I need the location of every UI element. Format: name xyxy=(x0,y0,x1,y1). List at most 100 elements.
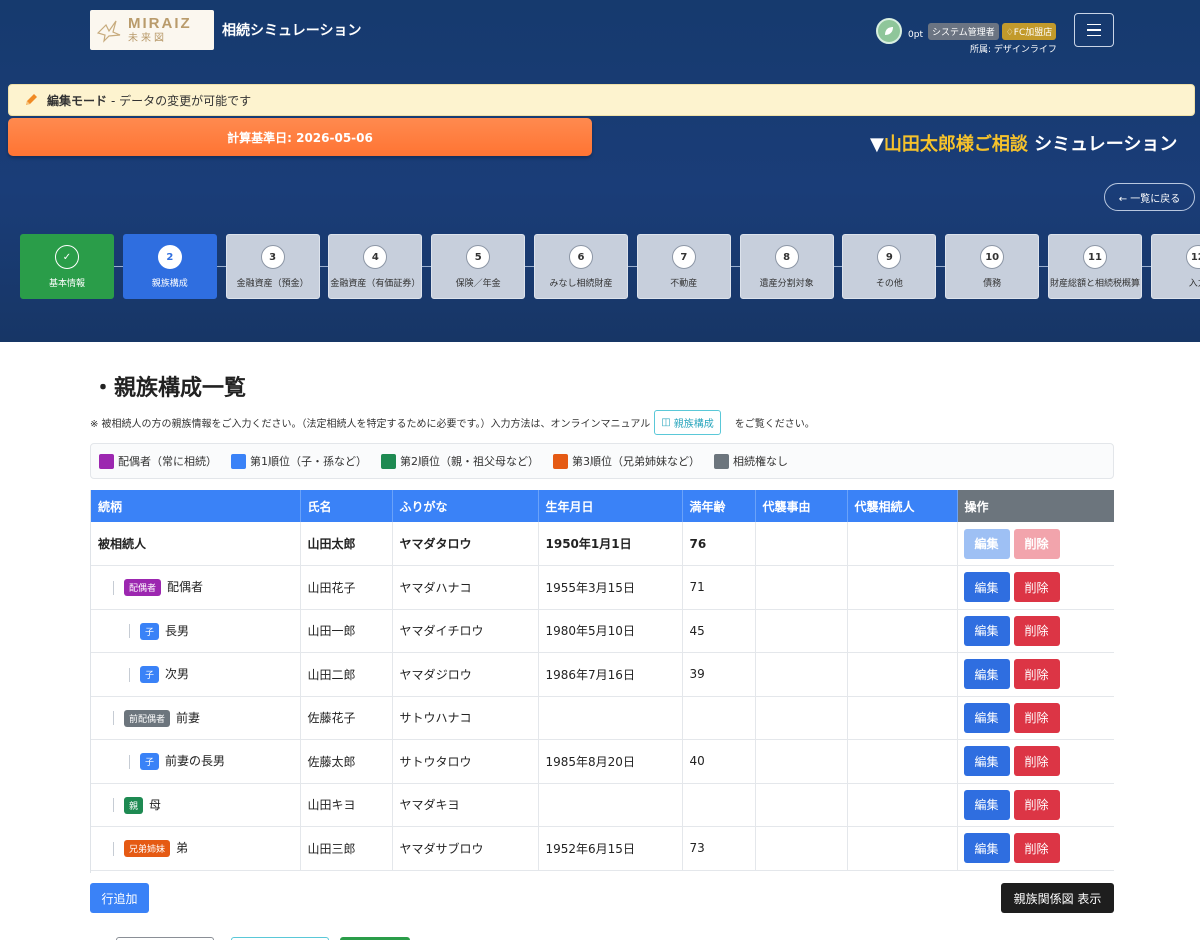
step-number: 7 xyxy=(671,245,696,269)
user-info[interactable]: 0pt システム管理者 ♢FC加盟店 xyxy=(876,18,1057,44)
legend-label: 第1順位（子・孫など） xyxy=(250,455,367,468)
delete-button[interactable]: 削除 xyxy=(1013,528,1060,559)
step-label: 基本情報 xyxy=(48,279,85,289)
cell-name: 佐藤太郎 xyxy=(300,739,393,784)
step-1[interactable]: ✓ 基本情報 xyxy=(20,234,114,299)
delete-button[interactable]: 削除 xyxy=(1013,702,1060,733)
table-row: 子長男 山田一郎 ヤマダイチロウ 1980年5月10日 45 編集 削除 xyxy=(91,609,1114,653)
hamburger-icon xyxy=(1087,23,1101,26)
step-9[interactable]: 9 その他 xyxy=(842,234,937,299)
step-label: 財産総額と相続税概算 xyxy=(1049,279,1140,289)
cell-birth xyxy=(538,696,683,740)
legend-item: 第1順位（子・孫など） xyxy=(231,453,367,469)
step-7[interactable]: 7 不動産 xyxy=(636,234,731,299)
legend-item: 相続権なし xyxy=(714,453,788,469)
relation-badge: 子 xyxy=(140,753,160,771)
cell-reason xyxy=(755,696,848,740)
cell-birth: 1952年6月15日 xyxy=(538,826,683,871)
indent-bar xyxy=(113,711,114,726)
edit-button[interactable]: 編集 xyxy=(963,615,1010,646)
indent-bar xyxy=(129,754,130,769)
back-to-list-button[interactable]: ← 一覧に戻る xyxy=(1104,183,1195,211)
cell-age: 40 xyxy=(682,739,756,784)
legend-label: 配偶者（常に相続） xyxy=(118,455,217,468)
cell-kana: ヤマダキヨ xyxy=(392,783,539,827)
cell-reason xyxy=(755,565,848,610)
logo-main-text: MIRAIZ xyxy=(128,15,192,32)
table-header-row: 続柄 氏名 ふりがな 生年月日 満年齢 代襲事由 代襲相続人 操作 xyxy=(91,490,1114,522)
edit-button[interactable]: 編集 xyxy=(963,833,1010,864)
step-10[interactable]: 10 債務 xyxy=(945,234,1040,299)
manual-link[interactable]: ◫ 親族構成 xyxy=(654,410,721,435)
edit-button[interactable]: 編集 xyxy=(963,789,1010,820)
cell-actions: 編集 削除 xyxy=(957,826,1114,871)
step-number: 12 xyxy=(1185,245,1200,269)
step-3[interactable]: 3 金融資産（預金） xyxy=(225,234,320,299)
cell-reason xyxy=(755,783,848,827)
table-row: 配偶者 配偶者 山田花子 ヤマダハナコ 1955年3月15日 71 編集 削除 xyxy=(91,565,1114,610)
cell-kana: ヤマダサブロウ xyxy=(392,826,539,871)
step-label: 遺産分割対象 xyxy=(759,279,814,289)
role-badge: システム管理者 xyxy=(927,22,999,40)
step-number: 5 xyxy=(466,245,491,269)
show-family-diagram-button[interactable]: 親族関係図 表示 xyxy=(1001,883,1114,913)
step-4[interactable]: 4 金融資産（有価証券） xyxy=(328,234,423,299)
section-title: ・親族構成一覧 xyxy=(92,376,247,401)
step-number: 9 xyxy=(877,245,902,269)
step-5[interactable]: 5 保険／年金 xyxy=(431,234,526,299)
delete-button[interactable]: 削除 xyxy=(1013,572,1060,603)
book-icon: ◫ xyxy=(661,417,671,428)
cell-relation: 兄弟姉妹弟 xyxy=(91,826,301,871)
step-label: みなし相続財産 xyxy=(549,279,613,289)
step-8[interactable]: 8 遺産分割対象 xyxy=(739,234,834,299)
relation-text: 次男 xyxy=(165,667,190,682)
sim-title-suffix: シミュレーション xyxy=(1027,134,1178,155)
cell-age: 71 xyxy=(682,565,756,610)
step-number: 11 xyxy=(1083,245,1107,269)
delete-button[interactable]: 削除 xyxy=(1013,833,1060,864)
edit-button[interactable]: 編集 xyxy=(963,572,1010,603)
step-6[interactable]: 6 みなし相続財産 xyxy=(534,234,628,299)
step-2[interactable]: 2 親族構成 xyxy=(122,234,217,299)
legend-swatch xyxy=(231,453,246,469)
edit-button[interactable]: 編集 xyxy=(963,659,1010,690)
cell-birth: 1985年8月20日 xyxy=(538,739,683,784)
col-header-birth: 生年月日 xyxy=(538,490,683,522)
step-label: その他 xyxy=(875,279,903,289)
cell-heir xyxy=(847,696,958,740)
cell-name: 山田キヨ xyxy=(300,783,393,827)
indent-bar xyxy=(129,667,130,682)
relation-text: 配偶者 xyxy=(167,580,204,595)
step-label: 金融資産（有価証券） xyxy=(330,279,421,289)
delete-button[interactable]: 削除 xyxy=(1013,789,1060,820)
relation-text: 被相続人 xyxy=(98,537,147,551)
add-row-button[interactable]: 行追加 xyxy=(90,883,149,913)
cell-relation: 被相続人 xyxy=(91,522,301,566)
relation-legend: 配偶者（常に相続） 第1順位（子・孫など） 第2順位（親・祖父母など） 第3順位（兄弟… xyxy=(90,443,1114,479)
delete-button[interactable]: 削除 xyxy=(1013,746,1060,777)
leaf-avatar-icon[interactable] xyxy=(876,18,902,44)
step-number: 8 xyxy=(774,245,799,269)
cell-relation: 親母 xyxy=(91,783,301,827)
hamburger-menu-button[interactable] xyxy=(1074,13,1114,47)
delete-button[interactable]: 削除 xyxy=(1013,615,1060,646)
indent-bar xyxy=(113,798,114,813)
fc-badge-label: FC加盟店 xyxy=(1013,27,1053,38)
delete-button[interactable]: 削除 xyxy=(1013,659,1060,690)
relation-badge: 子 xyxy=(140,622,160,640)
edit-button[interactable]: 編集 xyxy=(963,528,1010,559)
step-12[interactable]: 12 入力 xyxy=(1150,234,1200,299)
legend-swatch xyxy=(553,453,568,469)
instruction-before: ※ 被相続人の方の親族情報をご入力ください。（法定相続人を特定するために必要です… xyxy=(90,419,651,430)
logo[interactable]: MIRAIZ 未来図 xyxy=(90,10,214,50)
cell-relation: 配偶者 配偶者 xyxy=(91,565,301,610)
cell-age: 73 xyxy=(682,826,756,871)
legend-item: 第3順位（兄弟姉妹など） xyxy=(553,453,700,469)
col-header-age: 満年齢 xyxy=(682,490,756,522)
edit-button[interactable]: 編集 xyxy=(963,746,1010,777)
step-label: 入力 xyxy=(1188,279,1200,289)
col-header-actions: 操作 xyxy=(957,490,1114,522)
step-11[interactable]: 11 財産総額と相続税概算 xyxy=(1048,234,1142,299)
edit-button[interactable]: 編集 xyxy=(963,702,1010,733)
cell-heir xyxy=(847,565,958,610)
